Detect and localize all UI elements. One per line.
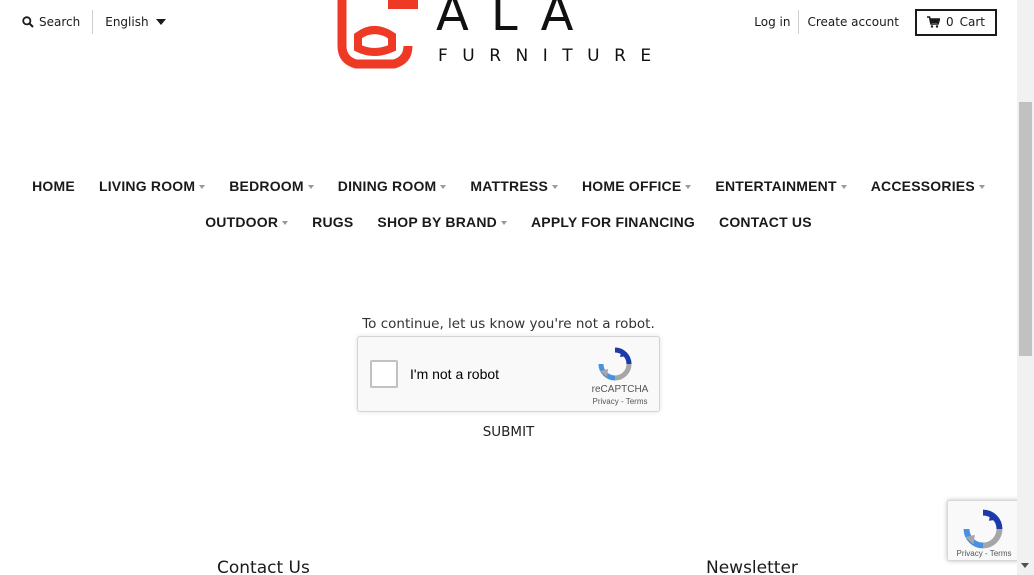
recaptcha-links: Privacy - Terms: [580, 397, 660, 406]
language-label: English: [105, 15, 149, 29]
chevron-down-icon: [307, 185, 314, 189]
nav-item-label: MATTRESS: [470, 178, 548, 194]
main-nav-row-1: HOME LIVING ROOM BEDROOM DINING ROOM MATTRES…: [0, 176, 1017, 196]
header-right: Log in Create account 0 Cart: [754, 8, 997, 36]
nav-item-label: ENTERTAINMENT: [715, 178, 837, 194]
recaptcha-widget: I'm not a robot reCAPTCHA Privacy - Term…: [357, 336, 660, 412]
captcha-prompt: To continue, let us know you're not a ro…: [362, 316, 655, 332]
recaptcha-badge-icon: [963, 509, 1003, 549]
scrollbar-thumb[interactable]: [1019, 102, 1032, 356]
recaptcha-badge[interactable]: Privacy - Terms: [947, 500, 1017, 561]
nav-item-rugs[interactable]: RUGS: [312, 212, 353, 232]
chevron-down-icon: [978, 185, 985, 189]
nav-item-label: ACCESSORIES: [870, 178, 975, 194]
footer-contact-heading: Contact Us: [217, 558, 310, 575]
nav-item-outdoor[interactable]: OUTDOOR: [205, 212, 289, 232]
submit-button[interactable]: SUBMIT: [0, 424, 1017, 440]
badge-terms-link[interactable]: Terms: [990, 549, 1012, 558]
chevron-down-icon: [155, 19, 166, 25]
nav-item-label: BEDROOM: [229, 178, 304, 194]
scroll-down-arrow-icon[interactable]: [1021, 563, 1029, 568]
badge-privacy-link[interactable]: Privacy: [957, 549, 983, 558]
recaptcha-separator: -: [618, 397, 626, 406]
logo-subtitle: FURNITURE: [438, 46, 666, 66]
page: Search English ALA FURNITURE Log in Crea…: [0, 0, 1017, 575]
header-left: Search English: [22, 10, 166, 34]
cart-count: 0: [945, 15, 954, 29]
page-scrollbar[interactable]: [1017, 0, 1034, 575]
language-selector[interactable]: English: [105, 15, 166, 29]
chevron-down-icon: [440, 185, 447, 189]
logo-word: ALA: [436, 0, 596, 42]
badge-separator: -: [982, 549, 990, 558]
nav-item-label: CONTACT US: [719, 214, 812, 230]
nav-item-bedroom[interactable]: BEDROOM: [229, 176, 314, 196]
nav-item-label: DINING ROOM: [337, 178, 437, 194]
nav-item-living-room[interactable]: LIVING ROOM: [98, 176, 206, 196]
cart-label: Cart: [959, 15, 985, 29]
site-logo[interactable]: ALA FURNITURE: [330, 0, 660, 70]
search-button[interactable]: Search: [22, 15, 80, 29]
recaptcha-terms-link[interactable]: Terms: [626, 397, 648, 406]
recaptcha-checkbox[interactable]: [370, 360, 398, 388]
nav-item-home-office[interactable]: HOME OFFICE: [581, 176, 692, 196]
footer-newsletter-heading: Newsletter: [706, 558, 798, 575]
nav-item-accessories[interactable]: ACCESSORIES: [871, 176, 985, 196]
search-icon: [22, 16, 34, 28]
chevron-down-icon: [685, 185, 692, 189]
chevron-down-icon: [282, 221, 289, 225]
nav-item-contact-us[interactable]: CONTACT US: [719, 212, 812, 232]
chevron-down-icon: [551, 185, 558, 189]
chevron-down-icon: [840, 185, 847, 189]
chevron-down-icon: [500, 221, 507, 225]
recaptcha-privacy-link[interactable]: Privacy: [593, 397, 619, 406]
nav-item-label: RUGS: [312, 214, 354, 230]
nav-item-dining-room[interactable]: DINING ROOM: [338, 176, 447, 196]
recaptcha-logo-icon: [598, 347, 632, 381]
nav-item-shop-by-brand[interactable]: SHOP BY BRAND: [377, 212, 507, 232]
nav-item-label: APPLY FOR FINANCING: [530, 214, 696, 230]
nav-item-mattress[interactable]: MATTRESS: [470, 176, 558, 196]
header-divider-right: [798, 10, 800, 34]
recaptcha-checkbox-label: I'm not a robot: [410, 366, 500, 382]
nav-item-label: OUTDOOR: [205, 214, 279, 230]
nav-item-label: LIVING ROOM: [98, 178, 196, 194]
nav-item-label: HOME OFFICE: [581, 178, 682, 194]
nav-item-entertainment[interactable]: ENTERTAINMENT: [715, 176, 847, 196]
nav-item-label: HOME: [32, 178, 75, 194]
header-divider: [92, 10, 94, 34]
cart-icon: [926, 16, 940, 28]
nav-item-apply-for-financing[interactable]: APPLY FOR FINANCING: [531, 212, 695, 232]
recaptcha-brand: reCAPTCHA: [591, 384, 649, 395]
search-label: Search: [39, 15, 81, 29]
main-nav-row-2: OUTDOOR RUGS SHOP BY BRAND APPLY FOR FINANC…: [0, 212, 1017, 232]
recaptcha-badge-links: Privacy - Terms: [948, 549, 1017, 558]
cart-button[interactable]: 0 Cart: [914, 8, 997, 36]
logo-chair-icon: [337, 0, 418, 69]
login-link[interactable]: Log in: [754, 15, 790, 29]
nav-item-label: SHOP BY BRAND: [377, 214, 497, 230]
create-account-link[interactable]: Create account: [807, 15, 899, 29]
chevron-down-icon: [199, 185, 206, 189]
nav-item-home[interactable]: HOME: [32, 176, 75, 196]
